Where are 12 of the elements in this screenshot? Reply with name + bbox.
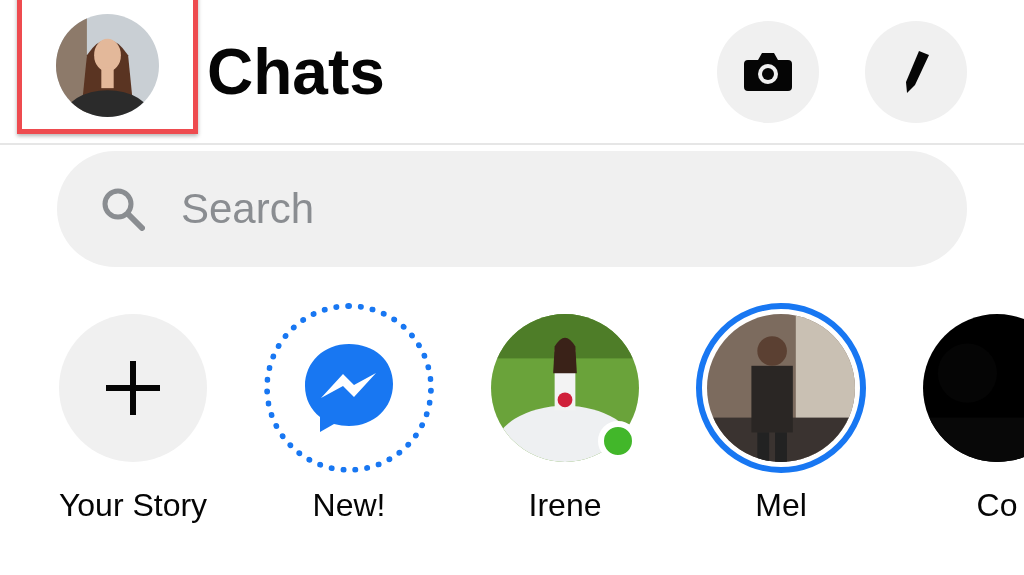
search-icon [101, 187, 145, 231]
story-name: New! [312, 487, 386, 524]
story-name: Irene [528, 487, 602, 524]
plus-icon [104, 359, 162, 417]
search-bar[interactable]: Search [57, 151, 967, 267]
story-name: Your Story [58, 487, 208, 524]
camera-icon [743, 51, 793, 92]
story-name: Co [976, 487, 1018, 524]
page-title: Chats [207, 34, 386, 109]
search-field[interactable]: Search [179, 184, 783, 234]
story-ring[interactable] [696, 303, 866, 473]
story-name: Mel [755, 487, 807, 524]
